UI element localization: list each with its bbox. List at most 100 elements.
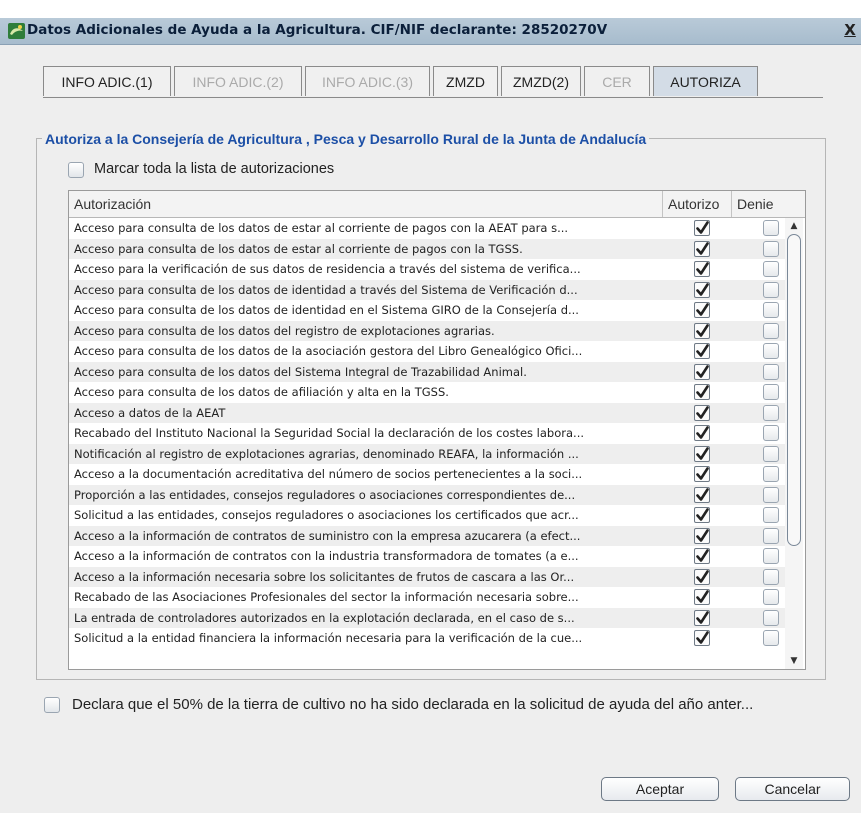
deniego-checkbox[interactable]	[763, 486, 779, 503]
autorizo-checkbox[interactable]	[694, 240, 710, 257]
deniego-checkbox[interactable]	[763, 343, 779, 359]
accept-button[interactable]: Aceptar	[601, 777, 719, 801]
authorization-text: Solicitud a la entidad financiera la inf…	[74, 631, 583, 645]
table-row[interactable]: Acceso para consulta de los datos del Si…	[69, 361, 787, 382]
deniego-checkbox[interactable]	[763, 548, 779, 564]
autorizo-checkbox[interactable]	[694, 363, 710, 380]
table-row[interactable]: La entrada de controladores autorizados …	[69, 607, 787, 628]
tab-autoriza[interactable]: AUTORIZA	[653, 66, 758, 96]
autorizo-checkbox[interactable]	[694, 630, 710, 646]
table-row[interactable]: Acceso para consulta de los datos de ide…	[69, 300, 787, 321]
deniego-checkbox[interactable]	[763, 404, 779, 421]
table-row[interactable]: Acceso a la documentación acreditativa d…	[69, 464, 787, 485]
title-bar: Datos Adicionales de Ayuda a la Agricult…	[0, 18, 861, 45]
column-header-autorizo[interactable]: Autorizo	[663, 191, 732, 217]
checkmark-icon	[696, 528, 709, 542]
table-row[interactable]: Acceso a datos de la AEAT	[69, 402, 787, 423]
table-row[interactable]: Proporción a las entidades, consejos reg…	[69, 484, 787, 505]
deniego-checkbox[interactable]	[763, 220, 779, 236]
deniego-checkbox[interactable]	[763, 322, 779, 339]
deniego-checkbox[interactable]	[763, 384, 779, 400]
autorizo-checkbox[interactable]	[694, 404, 710, 421]
table-row[interactable]: Acceso para consulta de los datos de afi…	[69, 382, 787, 403]
autorizo-checkbox[interactable]	[694, 589, 710, 605]
autorizo-checkbox[interactable]	[694, 384, 710, 400]
checkmark-icon	[696, 282, 709, 296]
deniego-checkbox[interactable]	[763, 302, 779, 318]
autorizo-checkbox[interactable]	[694, 568, 710, 585]
mark-all-checkbox[interactable]	[68, 162, 84, 178]
table-row[interactable]: Acceso para consulta de los datos del re…	[69, 320, 787, 341]
table-row[interactable]: Acceso a la información de contratos de …	[69, 525, 787, 546]
close-button[interactable]: X	[840, 20, 860, 40]
tab-zmzd-2[interactable]: ZMZD(2)	[501, 66, 581, 96]
autorizo-checkbox[interactable]	[694, 466, 710, 482]
autorizo-checkbox[interactable]	[694, 322, 710, 339]
checkmark-icon	[696, 590, 709, 603]
declaration-label: Declara que el 50% de la tierra de culti…	[72, 696, 754, 713]
deniego-checkbox[interactable]	[763, 425, 779, 441]
deniego-checkbox[interactable]	[763, 240, 779, 257]
checkmark-icon	[696, 405, 709, 419]
declaration-checkbox[interactable]	[44, 697, 60, 713]
authorization-text: Proporción a las entidades, consejos reg…	[74, 487, 576, 502]
scroll-up-arrow-icon[interactable]: ▲	[785, 218, 803, 234]
tab-zmzd[interactable]: ZMZD	[433, 66, 498, 96]
table-row[interactable]: Acceso para consulta de los datos de la …	[69, 341, 787, 362]
table-row[interactable]: Recabado de las Asociaciones Profesional…	[69, 587, 787, 608]
table-body: Acceso para consulta de los datos de est…	[69, 218, 787, 649]
autorizo-checkbox[interactable]	[694, 548, 710, 564]
scroll-down-arrow-icon[interactable]: ▼	[785, 653, 803, 669]
autorizo-checkbox[interactable]	[694, 261, 710, 277]
mark-all-label: Marcar toda la lista de autorizaciones	[94, 161, 335, 177]
authorization-text: Acceso para consulta de los datos de ide…	[74, 303, 579, 317]
authorization-text: Notificación al registro de explotacione…	[74, 446, 579, 461]
authorization-text: Recabado de las Asociaciones Profesional…	[74, 590, 579, 604]
scrollbar-thumb[interactable]	[787, 234, 801, 546]
deniego-checkbox[interactable]	[763, 568, 779, 585]
authorization-text: Acceso a datos de la AEAT	[74, 405, 226, 420]
deniego-checkbox[interactable]	[763, 261, 779, 277]
deniego-checkbox[interactable]	[763, 507, 779, 523]
table-row[interactable]: Acceso para la verificación de sus datos…	[69, 259, 787, 280]
deniego-checkbox[interactable]	[763, 466, 779, 482]
autorizo-checkbox[interactable]	[694, 302, 710, 318]
table-row[interactable]: Acceso para consulta de los datos de ide…	[69, 279, 787, 300]
table-row[interactable]: Solicitud a las entidades, consejos regu…	[69, 505, 787, 526]
deniego-checkbox[interactable]	[763, 589, 779, 605]
autorizo-checkbox[interactable]	[694, 425, 710, 441]
autorizo-checkbox[interactable]	[694, 445, 710, 462]
authorization-text: Acceso para consulta de los datos de la …	[74, 344, 583, 358]
authorization-text: Acceso para consulta de los datos de afi…	[74, 385, 449, 399]
column-header-deniego[interactable]: Denie	[732, 191, 805, 217]
table-row[interactable]: Acceso a la información necesaria sobre …	[69, 566, 787, 587]
cancel-button[interactable]: Cancelar	[735, 777, 850, 801]
autorizo-checkbox[interactable]	[694, 281, 710, 298]
autorizo-checkbox[interactable]	[694, 507, 710, 523]
deniego-checkbox[interactable]	[763, 630, 779, 646]
table-row[interactable]: Acceso a la información de contratos con…	[69, 546, 787, 567]
autorizo-checkbox[interactable]	[694, 486, 710, 503]
autorizo-checkbox[interactable]	[694, 527, 710, 544]
deniego-checkbox[interactable]	[763, 445, 779, 462]
tab-info-adic-1[interactable]: INFO ADIC.(1)	[43, 66, 171, 96]
dialog-window: Datos Adicionales de Ayuda a la Agricult…	[0, 0, 861, 813]
authorization-text: Solicitud a las entidades, consejos regu…	[74, 508, 579, 522]
autorizo-checkbox[interactable]	[694, 220, 710, 236]
column-header-autorizacion[interactable]: Autorización	[69, 191, 663, 217]
table-row[interactable]: Recabado del Instituto Nacional la Segur…	[69, 423, 787, 444]
table-row[interactable]: Acceso para consulta de los datos de est…	[69, 238, 787, 259]
deniego-checkbox[interactable]	[763, 363, 779, 380]
autorizo-checkbox[interactable]	[694, 609, 710, 626]
checkmark-icon	[696, 426, 709, 439]
deniego-checkbox[interactable]	[763, 609, 779, 626]
table-row[interactable]: Solicitud a la entidad financiera la inf…	[69, 628, 787, 649]
checkmark-icon	[696, 385, 709, 398]
tab-divider	[43, 97, 823, 98]
deniego-checkbox[interactable]	[763, 281, 779, 298]
vertical-scrollbar[interactable]: ▲ ▼	[785, 218, 803, 669]
table-row[interactable]: Notificación al registro de explotacione…	[69, 443, 787, 464]
deniego-checkbox[interactable]	[763, 527, 779, 544]
autorizo-checkbox[interactable]	[694, 343, 710, 359]
table-row[interactable]: Acceso para consulta de los datos de est…	[69, 218, 787, 239]
